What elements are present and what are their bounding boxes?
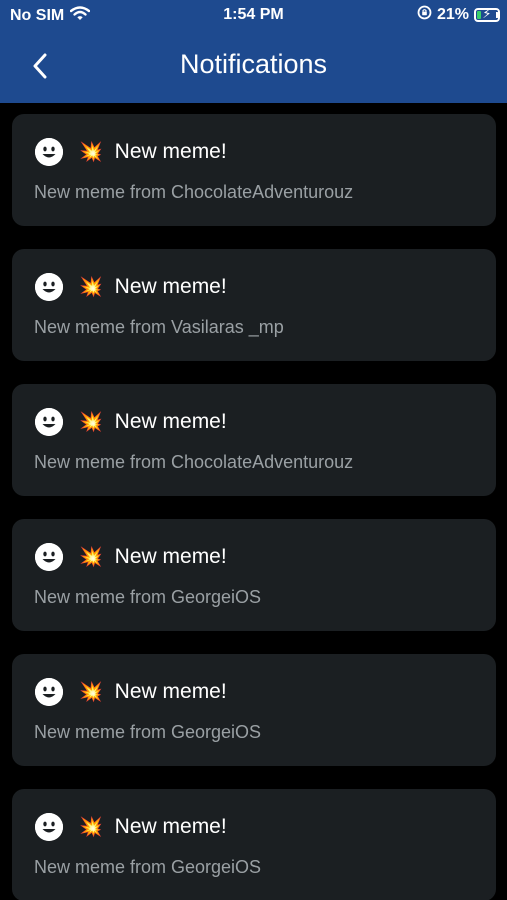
smiley-icon [35, 273, 63, 301]
notification-card[interactable]: 💥 New meme! New meme from ChocolateAdven… [12, 114, 496, 226]
collision-emoji-icon: 💥 [79, 681, 103, 703]
status-right: 21% ⚡ [417, 5, 500, 25]
notification-body: New meme from GeorgeiOS [34, 587, 262, 607]
smiley-icon [35, 138, 63, 166]
notification-title-row: 💥 New meme! [35, 138, 227, 166]
smiley-icon [35, 408, 63, 436]
notification-title-row: 💥 New meme! [35, 273, 227, 301]
status-bar: No SIM 1:54 PM 21% ⚡ [0, 0, 507, 30]
notifications-screen: No SIM 1:54 PM 21% ⚡ Notifications 💥 New… [0, 0, 507, 900]
notification-title: New meme! [114, 275, 227, 298]
smiley-icon [35, 813, 63, 841]
collision-emoji-icon: 💥 [79, 276, 103, 298]
notification-title: New meme! [114, 680, 227, 703]
battery-icon: ⚡ [474, 6, 500, 22]
collision-emoji-icon: 💥 [79, 816, 103, 838]
nav-bar: Notifications [0, 30, 507, 103]
battery-percent: 21% [436, 6, 469, 23]
notification-body: New meme from GeorgeiOS [34, 722, 262, 742]
battery-body: ⚡ [474, 6, 500, 22]
notification-card[interactable]: 💥 New meme! New meme from GeorgeiOS [12, 654, 496, 766]
notification-title: New meme! [114, 545, 227, 568]
orientation-lock-icon [417, 5, 432, 25]
notification-title-row: 💥 New meme! [35, 813, 227, 841]
collision-emoji-icon: 💥 [79, 141, 103, 163]
notification-title: New meme! [114, 815, 227, 838]
notification-title: New meme! [114, 140, 227, 163]
collision-emoji-icon: 💥 [79, 546, 103, 568]
header: No SIM 1:54 PM 21% ⚡ Notifications [0, 0, 507, 103]
notification-title-row: 💥 New meme! [35, 678, 227, 706]
notification-title: New meme! [114, 410, 227, 433]
collision-emoji-icon: 💥 [79, 411, 103, 433]
notification-card[interactable]: 💥 New meme! New meme from Vasilaras _mp [12, 249, 496, 361]
smiley-icon [35, 678, 63, 706]
notification-body: New meme from Vasilaras _mp [34, 317, 284, 337]
charging-bolt-icon: ⚡ [482, 6, 492, 21]
notification-card[interactable]: 💥 New meme! New meme from ChocolateAdven… [12, 384, 496, 496]
notification-body: New meme from GeorgeiOS [34, 857, 262, 877]
notification-body: New meme from ChocolateAdventurouz [34, 182, 354, 202]
notification-card[interactable]: 💥 New meme! New meme from GeorgeiOS [12, 789, 496, 900]
notification-title-row: 💥 New meme! [35, 543, 227, 571]
notification-list: 💥 New meme! New meme from ChocolateAdven… [12, 114, 496, 900]
notification-card[interactable]: 💥 New meme! New meme from GeorgeiOS [12, 519, 496, 631]
page-title: Notifications [179, 49, 328, 79]
smiley-icon [35, 543, 63, 571]
notification-body: New meme from ChocolateAdventurouz [34, 452, 354, 472]
notification-title-row: 💥 New meme! [35, 408, 227, 436]
